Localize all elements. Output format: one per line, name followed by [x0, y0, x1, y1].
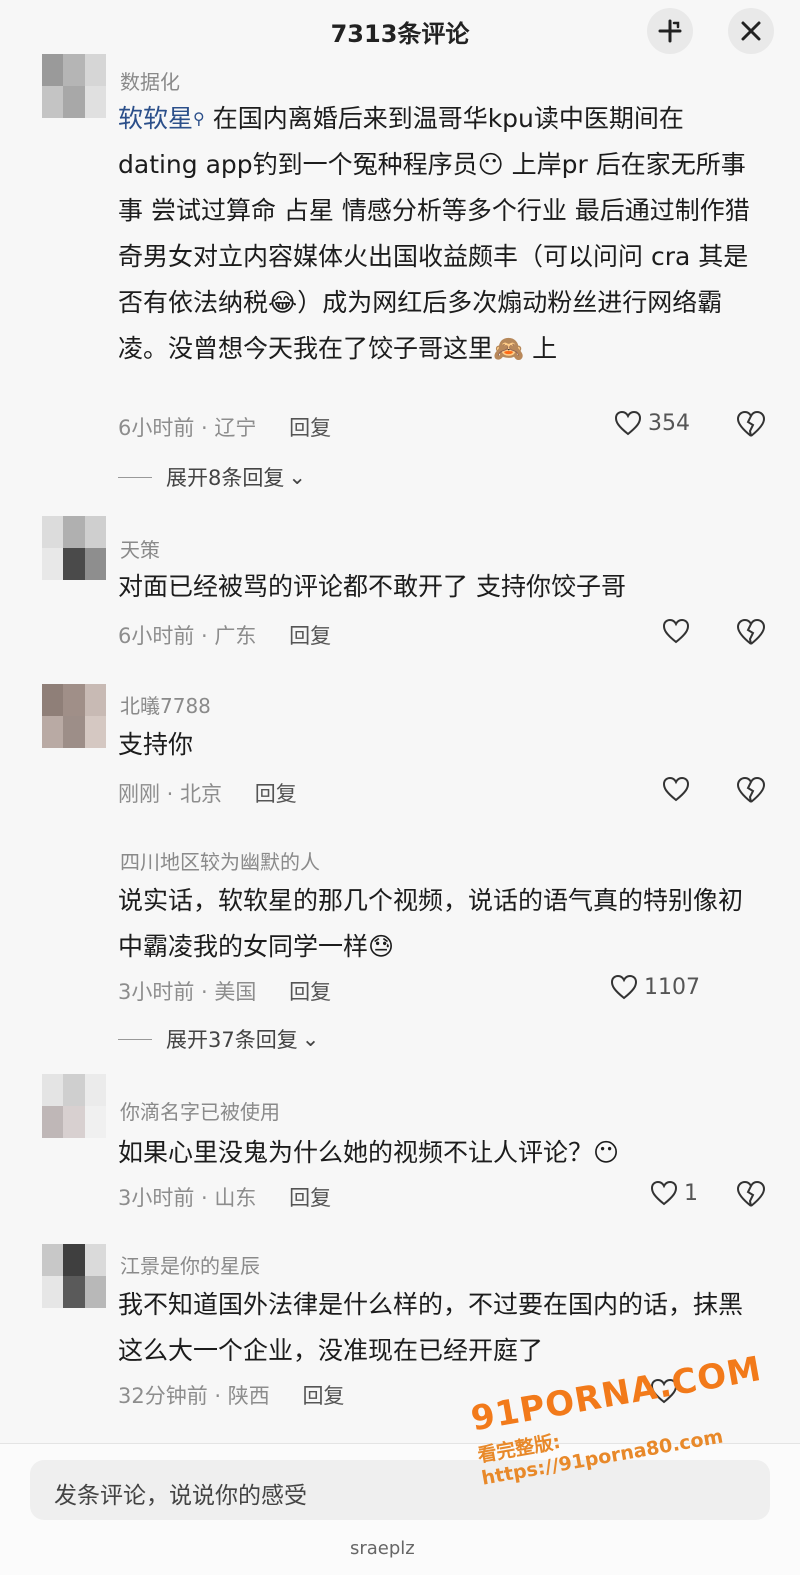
comment-meta: 3小时前 · 美国 回复 — [118, 976, 331, 1006]
avatar[interactable] — [42, 516, 106, 580]
avatar[interactable] — [42, 1244, 106, 1308]
broken-heart-icon — [736, 1180, 766, 1207]
avatar[interactable] — [42, 1074, 106, 1138]
comment-meta: 32分钟前 · 陕西 回复 — [118, 1380, 344, 1410]
comment-username[interactable]: 江景是你的星辰 — [120, 1250, 260, 1279]
reply-button[interactable]: 回复 — [289, 624, 331, 648]
heart-icon — [662, 776, 690, 802]
like-count: 1 — [684, 1180, 698, 1206]
comment-text: 对面已经被骂的评论都不敢开了 支持你饺子哥 — [118, 572, 626, 601]
comment-meta: 6小时前 · 广东 回复 — [118, 620, 331, 650]
comment-time-location: 3小时前 · 山东 — [118, 1186, 257, 1210]
comment-time-location: 刚刚 · 北京 — [118, 782, 223, 806]
comment-text: 支持你 — [118, 730, 194, 759]
share-button[interactable] — [647, 8, 693, 54]
broken-heart-icon — [736, 410, 766, 437]
like-count: 354 — [648, 410, 690, 436]
comment-meta: 刚刚 · 北京 回复 — [118, 778, 297, 808]
chevron-down-icon: ⌄ — [288, 465, 306, 489]
comment-username[interactable]: 你滴名字已被使用 — [120, 1096, 280, 1125]
divider — [118, 1038, 152, 1040]
share-icon — [658, 19, 682, 43]
reply-button[interactable]: 回复 — [302, 1384, 344, 1408]
dislike-button[interactable] — [736, 410, 766, 442]
divider — [118, 476, 152, 478]
comment-time-location: 6小时前 · 辽宁 — [118, 416, 257, 440]
comment-text: 说实话，软软星的那几个视频，说话的语气真的特别像初中霸凌我的女同学一样😓 — [118, 886, 744, 961]
like-count: 1107 — [644, 974, 700, 1000]
dislike-button[interactable] — [736, 776, 766, 808]
comment-username[interactable]: 天策 — [120, 534, 160, 563]
reply-button[interactable]: 回复 — [289, 1186, 331, 1210]
expand-replies-button[interactable]: 展开37条回复 ⌄ — [118, 1024, 319, 1054]
comment-username[interactable]: 数据化 — [120, 66, 180, 95]
comments-header: 7313条评论 — [0, 0, 800, 60]
expand-replies-label: 展开8条回复 — [166, 466, 285, 490]
dislike-button[interactable] — [736, 1180, 766, 1212]
like-button[interactable] — [662, 776, 690, 802]
heart-icon — [650, 1180, 678, 1206]
comment-time-location: 6小时前 · 广东 — [118, 624, 257, 648]
heart-icon — [614, 410, 642, 436]
close-icon — [741, 21, 761, 41]
comment-meta: 6小时前 · 辽宁 回复 — [118, 412, 331, 442]
mention-link[interactable]: 软软星 — [118, 104, 193, 133]
reply-button[interactable]: 回复 — [255, 782, 297, 806]
comment-text: 软软星⚲ 在国内离婚后来到温哥华kpu读中医期间在dating app钓到一个冤… — [118, 96, 758, 372]
avatar[interactable] — [42, 54, 106, 118]
comment-text: 我不知道国外法律是什么样的，不过要在国内的话，抹黑这么大一个企业，没准现在已经开… — [118, 1290, 744, 1365]
like-button[interactable]: 354 — [614, 410, 690, 436]
broken-heart-icon — [736, 776, 766, 803]
expand-replies-button[interactable]: 展开8条回复 ⌄ — [118, 462, 306, 492]
dislike-button[interactable] — [736, 618, 766, 650]
like-button[interactable]: 1 — [650, 1180, 698, 1206]
search-icon: ⚲ — [193, 109, 205, 128]
chevron-down-icon: ⌄ — [301, 1027, 320, 1051]
faint-footer-text: sraeplz — [350, 1538, 415, 1559]
broken-heart-icon — [736, 618, 766, 645]
heart-icon — [610, 974, 638, 1000]
like-button[interactable] — [662, 618, 690, 644]
comment-time-location: 32分钟前 · 陕西 — [118, 1384, 270, 1408]
like-button[interactable]: 1107 — [610, 974, 700, 1000]
expand-replies-label: 展开37条回复 — [166, 1028, 298, 1052]
close-button[interactable] — [728, 8, 774, 54]
comment-input-placeholder: 发条评论，说说你的感受 — [54, 1483, 307, 1509]
reply-button[interactable]: 回复 — [289, 416, 331, 440]
heart-icon — [662, 618, 690, 644]
reply-button[interactable]: 回复 — [289, 980, 331, 1004]
comment-meta: 3小时前 · 山东 回复 — [118, 1182, 331, 1212]
comment-body: 在国内离婚后来到温哥华kpu读中医期间在dating app钓到一个冤种程序员😶… — [118, 104, 750, 363]
comment-username[interactable]: 北㬢7788 — [120, 690, 211, 719]
comment-time-location: 3小时前 · 美国 — [118, 980, 257, 1004]
avatar[interactable] — [42, 684, 106, 748]
comment-username[interactable]: 四川地区较为幽默的人 — [120, 846, 320, 875]
comment-text: 如果心里没鬼为什么她的视频不让人评论？😶 — [118, 1138, 620, 1167]
